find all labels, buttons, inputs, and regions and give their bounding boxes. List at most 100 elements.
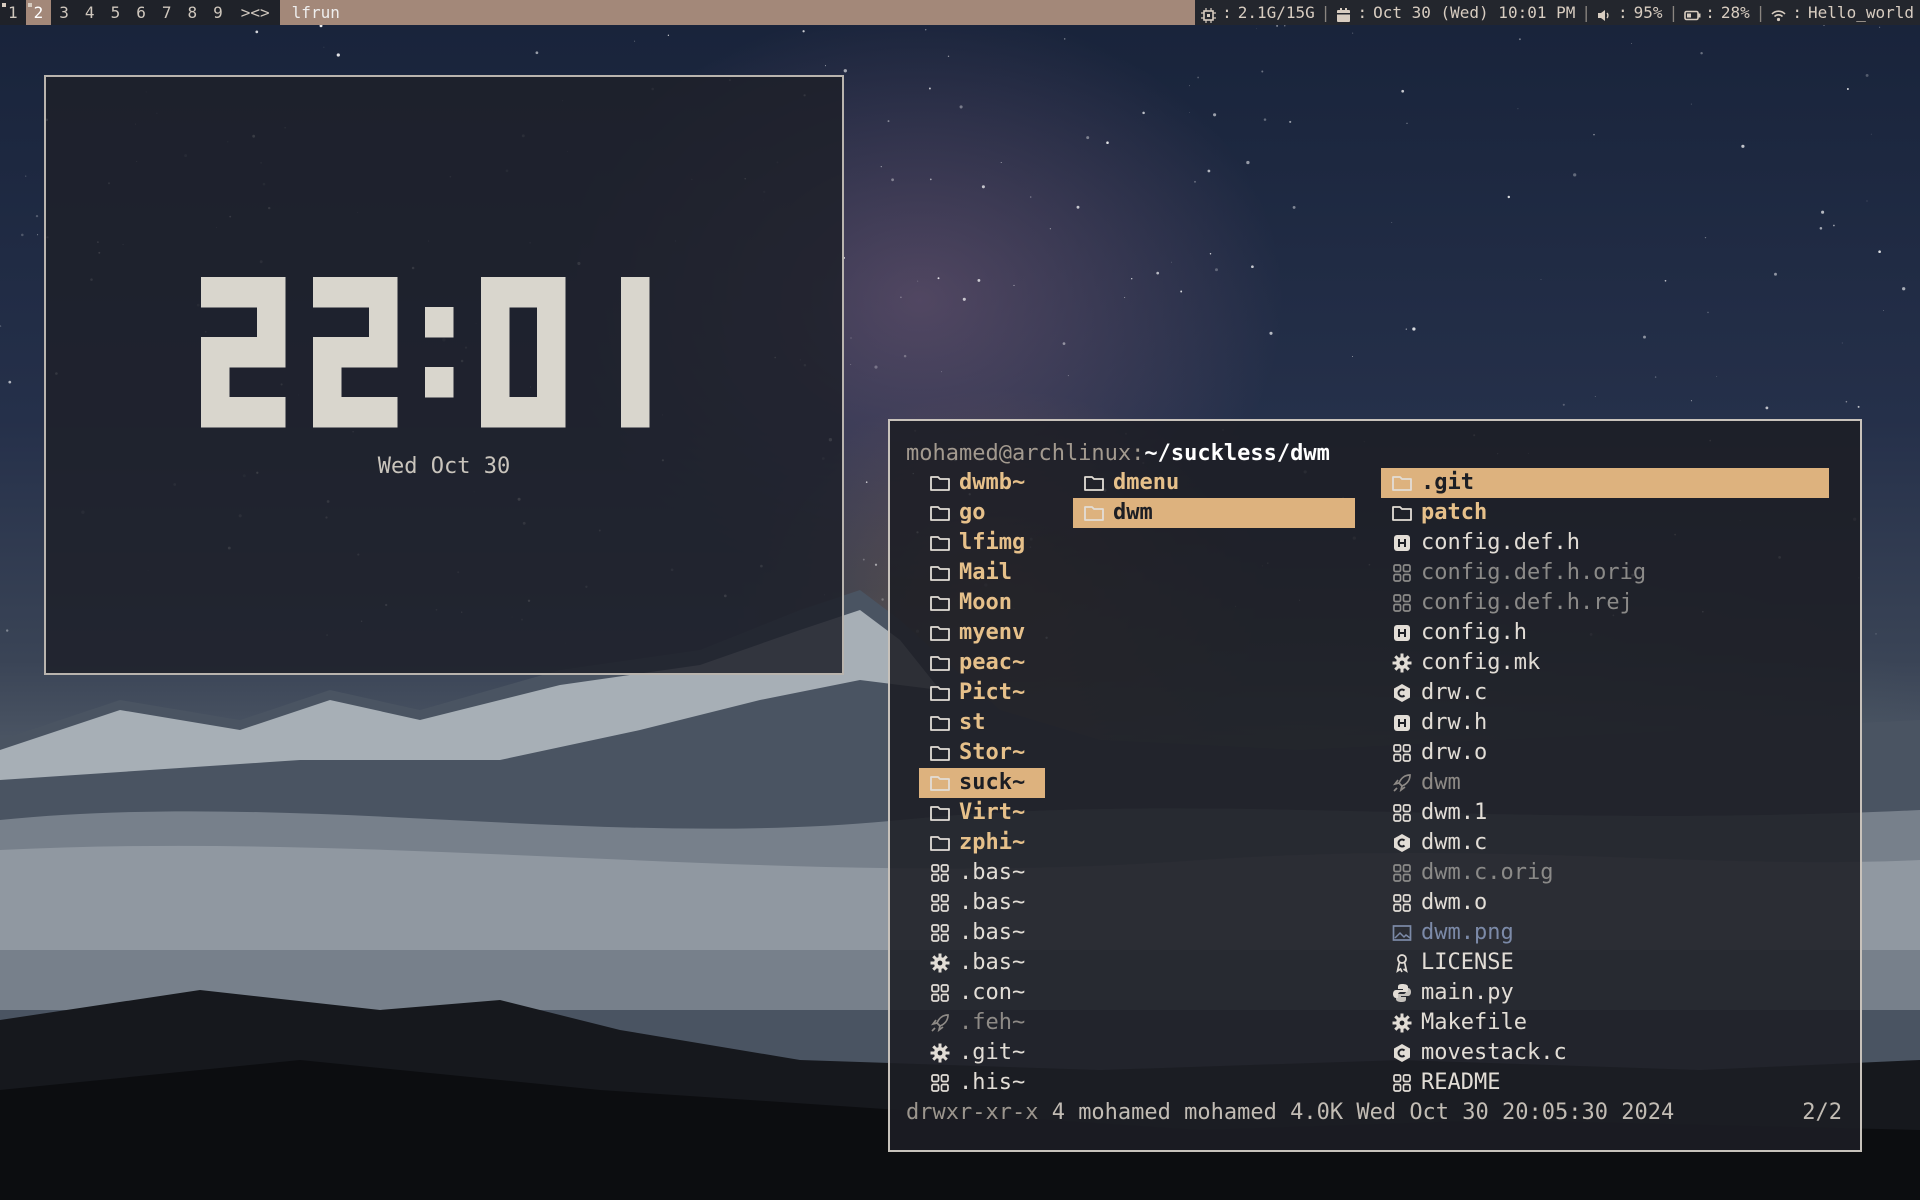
directory-entry[interactable]: lfimg: [919, 528, 1045, 558]
file-entry[interactable]: drw.h: [1381, 708, 1829, 738]
grid-file-icon: [929, 1072, 951, 1094]
file-entry[interactable]: dwm: [1381, 768, 1829, 798]
h-file-icon: [1391, 532, 1413, 554]
file-entry[interactable]: config.def.h.rej: [1381, 588, 1829, 618]
directory-entry[interactable]: go: [919, 498, 1045, 528]
tag-5[interactable]: 5: [103, 0, 129, 25]
entry-name: drw.c: [1421, 680, 1488, 705]
file-entry[interactable]: .feh~: [919, 1008, 1045, 1038]
entry-name: config.h: [1421, 620, 1527, 645]
tag-7[interactable]: 7: [154, 0, 180, 25]
file-entry[interactable]: README: [1381, 1068, 1829, 1098]
layout-indicator[interactable]: ><>: [231, 0, 280, 25]
file-entry[interactable]: dwm.c.orig: [1381, 858, 1829, 888]
file-entry[interactable]: config.mk: [1381, 648, 1829, 678]
directory-entry[interactable]: suck~: [919, 768, 1045, 798]
directory-entry[interactable]: dwmb~: [919, 468, 1045, 498]
clock-pixel: [481, 367, 510, 398]
tag-2[interactable]: 2: [25, 0, 52, 25]
clock-pixel: [509, 277, 538, 308]
file-entry[interactable]: .bas~: [919, 918, 1045, 948]
python-icon: [1391, 982, 1413, 1004]
tag-9[interactable]: 9: [205, 0, 231, 25]
tag-3[interactable]: 3: [51, 0, 77, 25]
file-entry[interactable]: dwm.png: [1381, 918, 1829, 948]
folder-icon: [1083, 472, 1105, 494]
lf-file-manager-window[interactable]: mohamed@archlinux:~/suckless/dwm dwmb~ go…: [888, 419, 1862, 1152]
grid-file-icon: [929, 892, 951, 914]
entry-name: peac~: [959, 650, 1026, 675]
file-entry[interactable]: .bas~: [919, 888, 1045, 918]
current-directory-column[interactable]: dmenu dwm: [1073, 468, 1355, 528]
directory-entry[interactable]: Moon: [919, 588, 1045, 618]
file-entry[interactable]: config.def.h: [1381, 528, 1829, 558]
clock-pixel: [621, 307, 650, 338]
entry-name: Makefile: [1421, 1010, 1527, 1035]
folder-icon: [929, 592, 951, 614]
clock-pixel: [369, 307, 398, 338]
preview-column[interactable]: .git patch config.def.h config.def.h.orig co…: [1381, 468, 1829, 1098]
entry-name: dwm: [1113, 500, 1153, 525]
file-entry[interactable]: .con~: [919, 978, 1045, 1008]
entry-name: config.def.h.rej: [1421, 590, 1633, 615]
file-entry[interactable]: dwm.c: [1381, 828, 1829, 858]
file-entry[interactable]: .bas~: [919, 948, 1045, 978]
file-entry[interactable]: config.def.h.orig: [1381, 558, 1829, 588]
file-entry[interactable]: Makefile: [1381, 1008, 1829, 1038]
file-entry[interactable]: dwm.o: [1381, 888, 1829, 918]
clock-pixel: [369, 397, 398, 428]
directory-entry[interactable]: st: [919, 708, 1045, 738]
folder-icon: [929, 742, 951, 764]
directory-entry[interactable]: Pict~: [919, 678, 1045, 708]
current-directory: ~/suckless/dwm: [1144, 441, 1330, 466]
tag-8[interactable]: 8: [179, 0, 205, 25]
folder-icon: [1391, 502, 1413, 524]
file-entry[interactable]: .his~: [919, 1068, 1045, 1098]
directory-entry[interactable]: myenv: [919, 618, 1045, 648]
clock-time-digits: [201, 277, 650, 428]
folder-icon: [929, 532, 951, 554]
file-entry[interactable]: drw.c: [1381, 678, 1829, 708]
file-entry[interactable]: dwm.1: [1381, 798, 1829, 828]
clock-pixel: [257, 307, 286, 338]
entry-name: st: [959, 710, 986, 735]
directory-entry[interactable]: dwm: [1073, 498, 1355, 528]
clock-pixel: [201, 367, 230, 398]
entry-name: Pict~: [959, 680, 1026, 705]
directory-entry[interactable]: Virt~: [919, 798, 1045, 828]
file-entry[interactable]: LICENSE: [1381, 948, 1829, 978]
directory-entry[interactable]: Stor~: [919, 738, 1045, 768]
clock-window[interactable]: Wed Oct 30: [44, 75, 844, 675]
entry-name: Mail: [959, 560, 1012, 585]
directory-entry[interactable]: .git: [1381, 468, 1829, 498]
clock-pixel: [313, 337, 342, 368]
file-entry[interactable]: config.h: [1381, 618, 1829, 648]
file-entry[interactable]: .bas~: [919, 858, 1045, 888]
tag-1[interactable]: 1: [0, 0, 26, 25]
gear-icon: [929, 952, 951, 974]
clock-pixel: [313, 367, 342, 398]
file-entry[interactable]: .git~: [919, 1038, 1045, 1068]
file-entry[interactable]: main.py: [1381, 978, 1829, 1008]
directory-entry[interactable]: patch: [1381, 498, 1829, 528]
tag-6[interactable]: 6: [128, 0, 154, 25]
file-entry[interactable]: drw.o: [1381, 738, 1829, 768]
entry-name: .git: [1421, 470, 1474, 495]
network-status: : Hello_world: [1765, 0, 1920, 25]
clock-pixel: [201, 337, 230, 368]
file-permissions: drwxr-xr-x: [906, 1100, 1039, 1125]
folder-icon: [929, 472, 951, 494]
clock-pixel: [257, 337, 286, 368]
directory-entry[interactable]: peac~: [919, 648, 1045, 678]
directory-entry[interactable]: Mail: [919, 558, 1045, 588]
folder-icon: [929, 682, 951, 704]
clock-pixel: [257, 397, 286, 428]
tag-4[interactable]: 4: [77, 0, 103, 25]
directory-entry[interactable]: dmenu: [1073, 468, 1355, 498]
clock-pixel: [369, 337, 398, 368]
entry-name: myenv: [959, 620, 1026, 645]
file-entry[interactable]: movestack.c: [1381, 1038, 1829, 1068]
parent-directory-column[interactable]: dwmb~ go lfimg Mail Moon myenv peac~ Pict~ st Sto…: [919, 468, 1045, 1098]
clock-pixel: [425, 367, 454, 398]
directory-entry[interactable]: zphi~: [919, 828, 1045, 858]
